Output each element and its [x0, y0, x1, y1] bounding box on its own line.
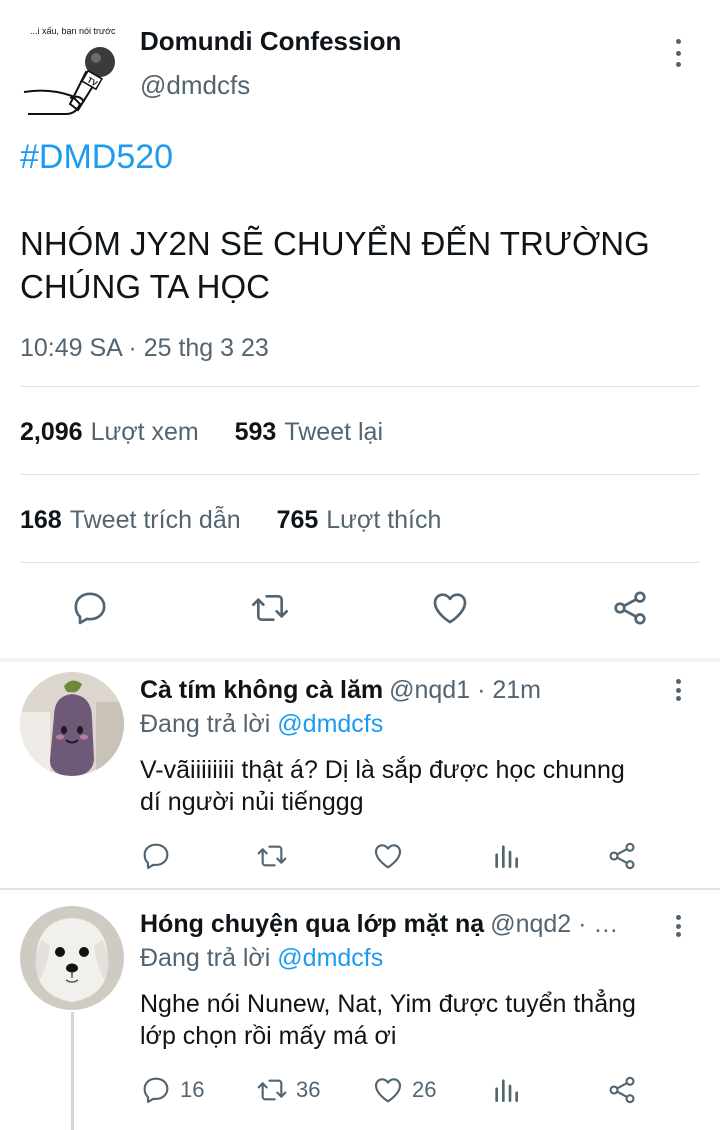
reply-count: 16 [180, 1077, 205, 1102]
likes-count: 765 [276, 506, 319, 534]
more-options-icon[interactable] [668, 912, 688, 940]
tweet-timestamp[interactable]: 10:49 SA · 25 thg 3 23 [20, 334, 269, 363]
thread-line [71, 1012, 74, 1130]
likes-label: Lượt thích [326, 506, 442, 534]
reply-display-name[interactable]: Hóng chuyện qua lớp mặt nạ [140, 910, 484, 938]
hashtag-link[interactable]: #DMD520 [20, 138, 173, 177]
reply-header: Cà tím không cà lăm @nqd1 · 21m [140, 676, 541, 705]
reply-text-line: dí người nủi tiếnggg [140, 788, 364, 816]
analytics-button[interactable] [490, 1074, 522, 1106]
quotes-label: Tweet trích dẫn [69, 506, 241, 534]
reply-button[interactable] [140, 840, 180, 872]
views-stat[interactable]: 2,096 Lượt xem [20, 418, 199, 446]
reply-text-line: Nghe nói Nunew, Nat, Yim được tuyển thẳn… [140, 990, 636, 1018]
reply-handle-time[interactable]: @nqd1 · 21m [389, 676, 541, 704]
more-options-icon[interactable] [668, 676, 688, 704]
divider [20, 474, 700, 475]
retweet-button[interactable]: 36 [256, 1074, 320, 1106]
quotes-count: 168 [20, 506, 62, 534]
reply-text-line: lớp chọn rồi mấy má ơi [140, 1022, 397, 1050]
analytics-icon [495, 1079, 518, 1102]
like-button[interactable]: 26 [372, 1074, 436, 1106]
reply-icon [143, 1077, 169, 1104]
retweet-icon[interactable] [250, 588, 290, 628]
like-count: 26 [412, 1077, 437, 1102]
like-icon[interactable] [430, 588, 470, 628]
share-icon [609, 1076, 635, 1104]
reply-avatar[interactable] [20, 906, 124, 1010]
share-button[interactable] [606, 840, 638, 872]
quotes-stat[interactable]: 168 Tweet trích dẫn [20, 506, 241, 534]
section-separator [0, 658, 720, 662]
retweets-count: 593 [234, 418, 277, 446]
divider [20, 386, 700, 387]
views-count: 2,096 [20, 418, 83, 446]
retweet-button[interactable] [256, 840, 296, 872]
reply-text-line: V-vãiiiiiiii thật á? Dị là sắp được học … [140, 756, 625, 784]
author-handle[interactable]: @dmdcfs [140, 70, 250, 101]
like-button[interactable] [372, 840, 412, 872]
like-icon [374, 844, 402, 869]
tweet-body-line: CHÚNG TA HỌC [20, 268, 270, 305]
author-avatar[interactable]: ...i xấu, bạn nói trước TV [20, 18, 124, 122]
stats-row-1: 2,096 Lượt xem 593 Tweet lại [20, 418, 383, 447]
analytics-icon [495, 845, 518, 868]
share-icon[interactable] [610, 588, 650, 628]
more-options-icon[interactable] [668, 36, 688, 70]
reply-icon [143, 843, 169, 870]
share-icon [609, 842, 635, 870]
reply-text: V-vãiiiiiiii thật á? Dị là sắp được học … [140, 754, 695, 818]
retweets-stat[interactable]: 593 Tweet lại [235, 418, 383, 446]
tweet-body-line: NHÓM JY2N SẼ CHUYỂN ĐẾN TRƯỜNG [20, 225, 650, 262]
divider [20, 562, 700, 563]
author-display-name[interactable]: Domundi Confession [140, 26, 401, 57]
reply-avatar[interactable] [20, 672, 124, 776]
retweet-count: 36 [296, 1077, 321, 1102]
views-label: Lượt xem [90, 418, 199, 446]
replying-prefix: Đang trả lời [140, 944, 271, 972]
retweet-icon [257, 845, 287, 867]
stats-row-2: 168 Tweet trích dẫn 765 Lượt thích [20, 506, 441, 535]
reply-text: Nghe nói Nunew, Nat, Yim được tuyển thẳn… [140, 988, 695, 1052]
reply-display-name[interactable]: Cà tím không cà lăm [140, 676, 383, 704]
reply-button[interactable]: 16 [140, 1074, 204, 1106]
avatar-caption: ...i xấu, bạn nói trước [30, 26, 116, 36]
retweets-label: Tweet lại [284, 418, 384, 446]
analytics-button[interactable] [490, 840, 522, 872]
likes-stat[interactable]: 765 Lượt thích [277, 506, 442, 534]
like-icon [374, 1078, 402, 1103]
replying-to-handle[interactable]: @dmdcfs [277, 710, 383, 738]
replying-prefix: Đang trả lời [140, 710, 271, 738]
reply-header: Hóng chuyện qua lớp mặt nạ @nqd2 · … [140, 910, 618, 939]
tweet-body: NHÓM JY2N SẼ CHUYỂN ĐẾN TRƯỜNG CHÚNG TA … [20, 222, 700, 308]
reply-handle-time[interactable]: @nqd2 · … [490, 910, 618, 938]
section-separator [0, 888, 720, 890]
replying-to: Đang trả lời @dmdcfs [140, 944, 383, 973]
replying-to: Đang trả lời @dmdcfs [140, 710, 383, 739]
replying-to-handle[interactable]: @dmdcfs [277, 944, 383, 972]
reply-icon[interactable] [70, 588, 110, 628]
retweet-icon [257, 1079, 287, 1101]
share-button[interactable] [606, 1074, 638, 1106]
